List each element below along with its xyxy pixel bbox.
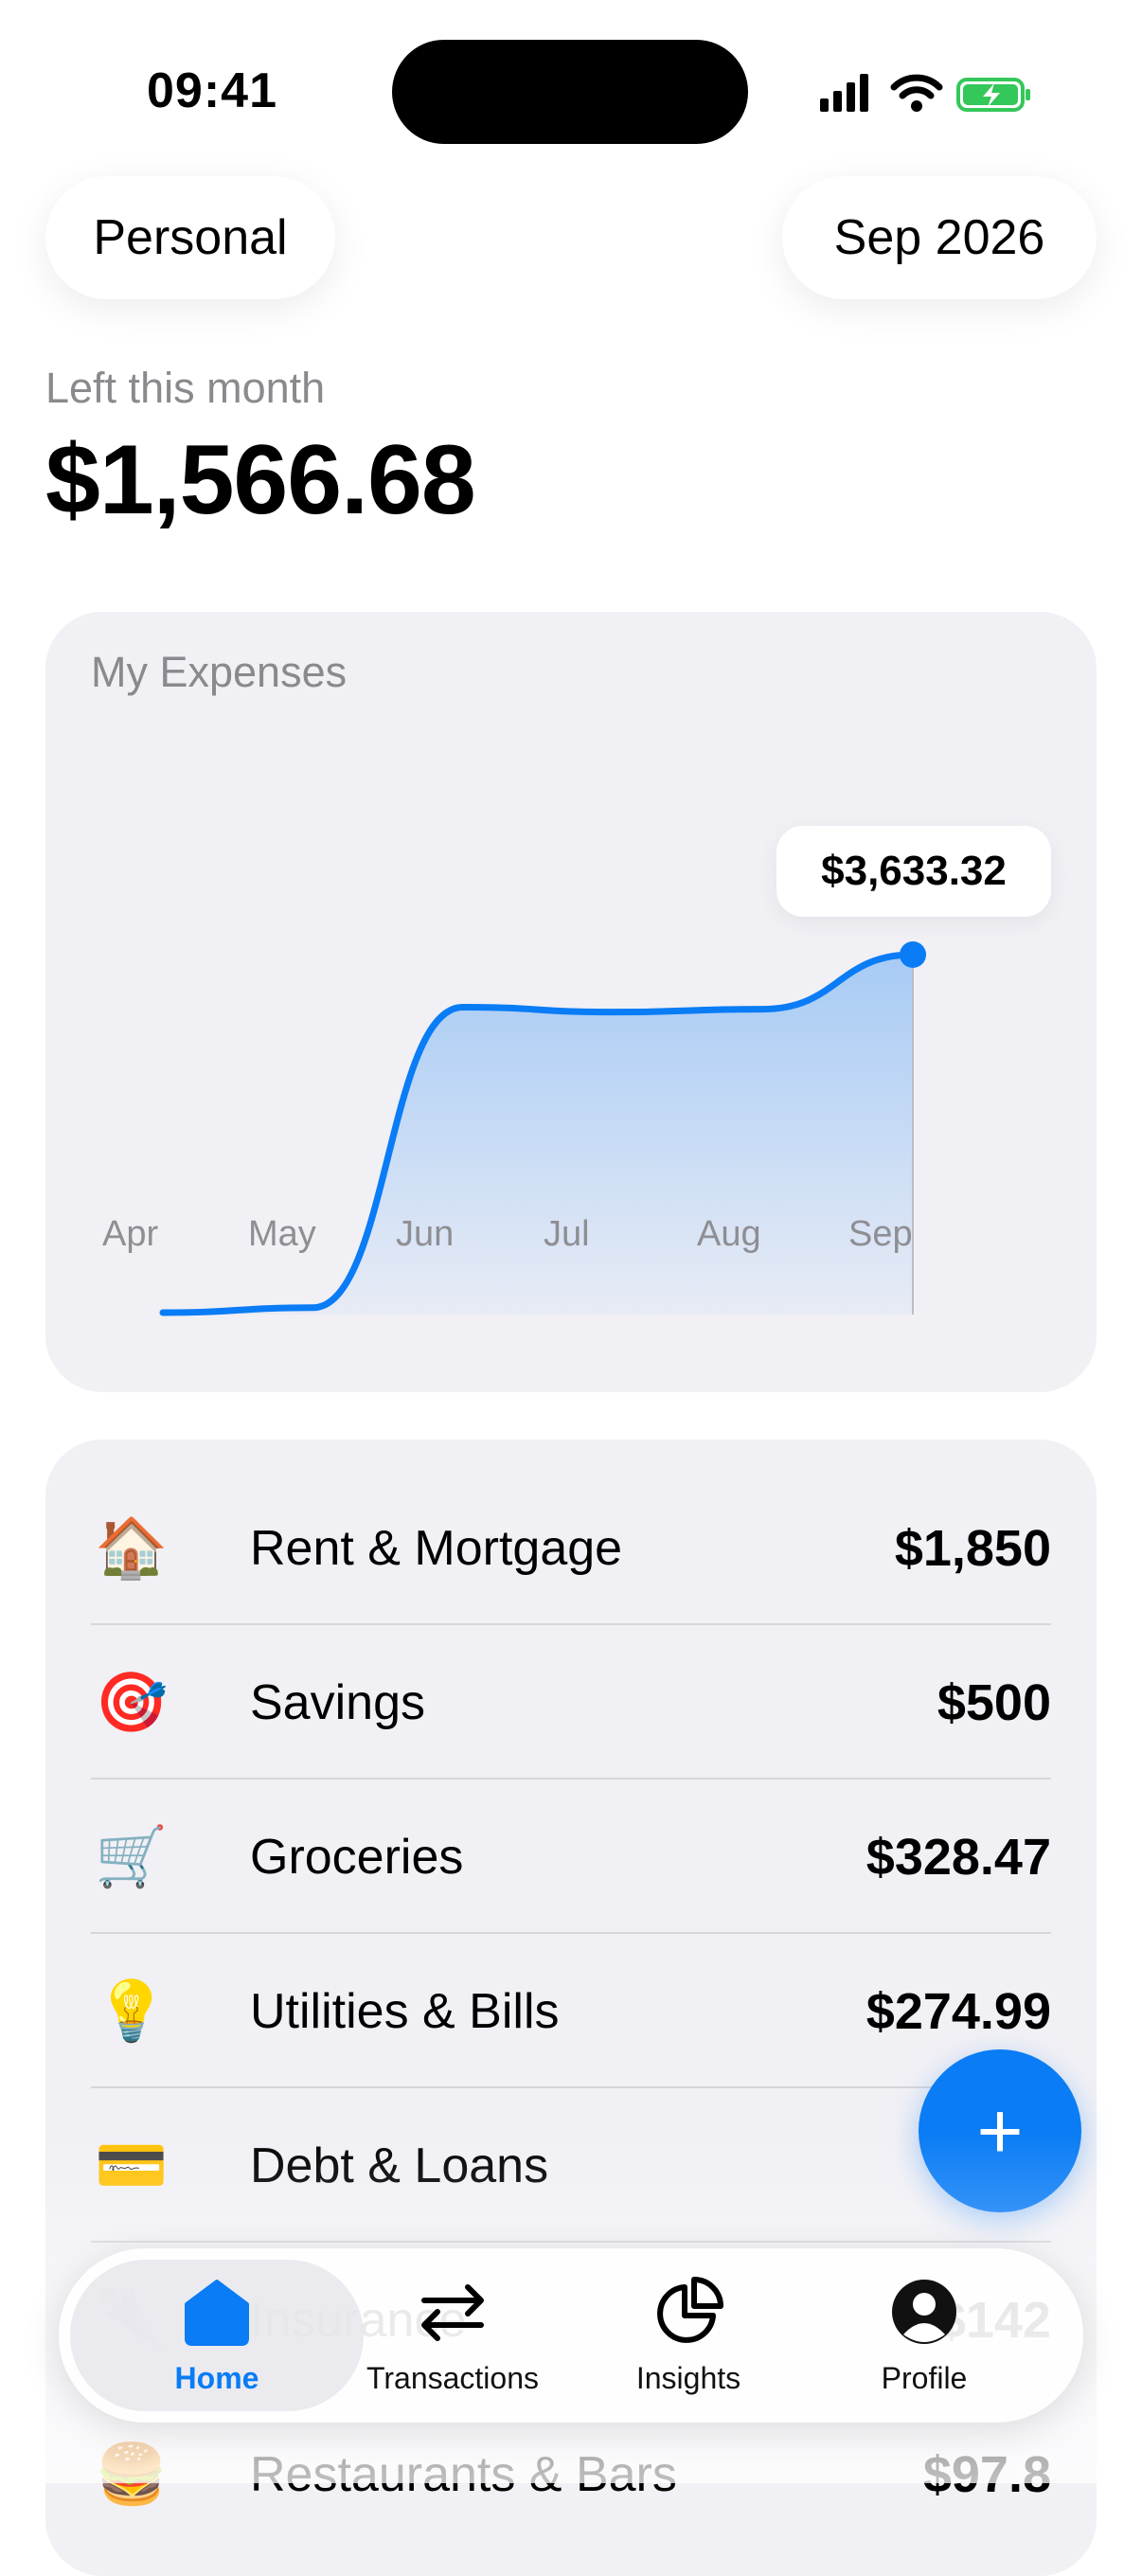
category-label: Debt & Loans xyxy=(250,2138,549,2193)
expense-row[interactable]: 💡 Utilities & Bills $274.99 xyxy=(91,1935,1051,2088)
person-circle-icon xyxy=(892,2279,956,2344)
tab-profile-label: Profile xyxy=(881,2360,968,2395)
category-icon: 💳 xyxy=(95,2133,169,2199)
signal-icon xyxy=(820,74,868,112)
category-icon: 🏠 xyxy=(95,1515,169,1582)
highlight-point xyxy=(900,941,926,968)
category-amount: $97.8 xyxy=(922,2446,1051,2503)
row-divider xyxy=(91,1932,1051,1934)
expense-row[interactable]: 🎯 Savings $500 xyxy=(91,1626,1051,1780)
category-icon: 🛒 xyxy=(95,1824,169,1890)
tab-transactions-label: Transactions xyxy=(366,2360,539,2395)
tab-insights-label: Insights xyxy=(635,2360,741,2395)
row-divider xyxy=(91,2241,1051,2243)
wifi-icon xyxy=(890,74,943,112)
x-tick-label: Apr xyxy=(102,1214,159,1254)
tab-home-label: Home xyxy=(174,2360,259,2395)
category-label: Rent & Mortgage xyxy=(250,1521,623,1576)
status-icons xyxy=(820,74,1030,112)
account-selector[interactable]: Personal xyxy=(45,176,335,299)
category-amount: $274.99 xyxy=(865,1983,1051,2040)
expense-row[interactable]: 💳Debt & Loans$ xyxy=(91,2089,1051,2243)
category-amount: $500 xyxy=(937,1674,1051,1731)
category-label: Savings xyxy=(250,1675,425,1730)
battery-icon xyxy=(956,78,1030,112)
tab-transactions[interactable]: Transactions xyxy=(334,2248,571,2423)
home-icon xyxy=(185,2279,249,2346)
category-amount: $328.47 xyxy=(865,1829,1051,1886)
dynamic-island xyxy=(392,40,748,144)
status-time: 09:41 xyxy=(147,63,277,118)
x-tick-label: May xyxy=(248,1214,316,1254)
category-label: Utilities & Bills xyxy=(250,1984,560,2039)
tab-bar: Home Transactions Insights Profile xyxy=(59,2248,1083,2423)
add-expense-button[interactable]: + xyxy=(919,2049,1081,2212)
period-selector[interactable]: Sep 2026 xyxy=(782,176,1097,299)
x-tick-label: Jun xyxy=(396,1214,455,1254)
expense-row[interactable]: 🛒 Groceries $328.47 xyxy=(91,1780,1051,1934)
expense-row[interactable]: 🏠 Rent & Mortgage $1,850 xyxy=(91,1472,1051,1625)
row-divider xyxy=(91,1623,1051,1625)
tab-insights[interactable]: Insights xyxy=(570,2248,807,2423)
summary-amount: $1,566.68 xyxy=(45,425,476,535)
category-icon: 🎯 xyxy=(95,1670,169,1736)
tab-profile[interactable]: Profile xyxy=(806,2248,1043,2423)
category-label: Restaurants & Bars xyxy=(250,2447,677,2502)
category-amount: $1,850 xyxy=(894,1520,1051,1577)
summary-label: Left this month xyxy=(45,364,326,412)
x-tick-label: Aug xyxy=(697,1214,761,1254)
plus-icon: + xyxy=(976,2085,1024,2175)
row-divider xyxy=(91,1778,1051,1780)
expenses-chart[interactable] xyxy=(45,612,1097,1392)
x-tick-label: Sep xyxy=(848,1214,913,1254)
row-divider xyxy=(91,2086,1051,2088)
category-label: Groceries xyxy=(250,1830,464,1885)
category-icon: 🍔 xyxy=(95,2442,169,2508)
transfer-arrows-icon xyxy=(421,2283,484,2341)
pie-chart-icon xyxy=(657,2276,723,2343)
x-tick-label: Jul xyxy=(544,1214,590,1254)
category-icon: 💡 xyxy=(95,1978,169,2045)
tab-home[interactable]: Home xyxy=(98,2248,335,2423)
chart-tooltip: $3,633.32 xyxy=(776,826,1051,917)
